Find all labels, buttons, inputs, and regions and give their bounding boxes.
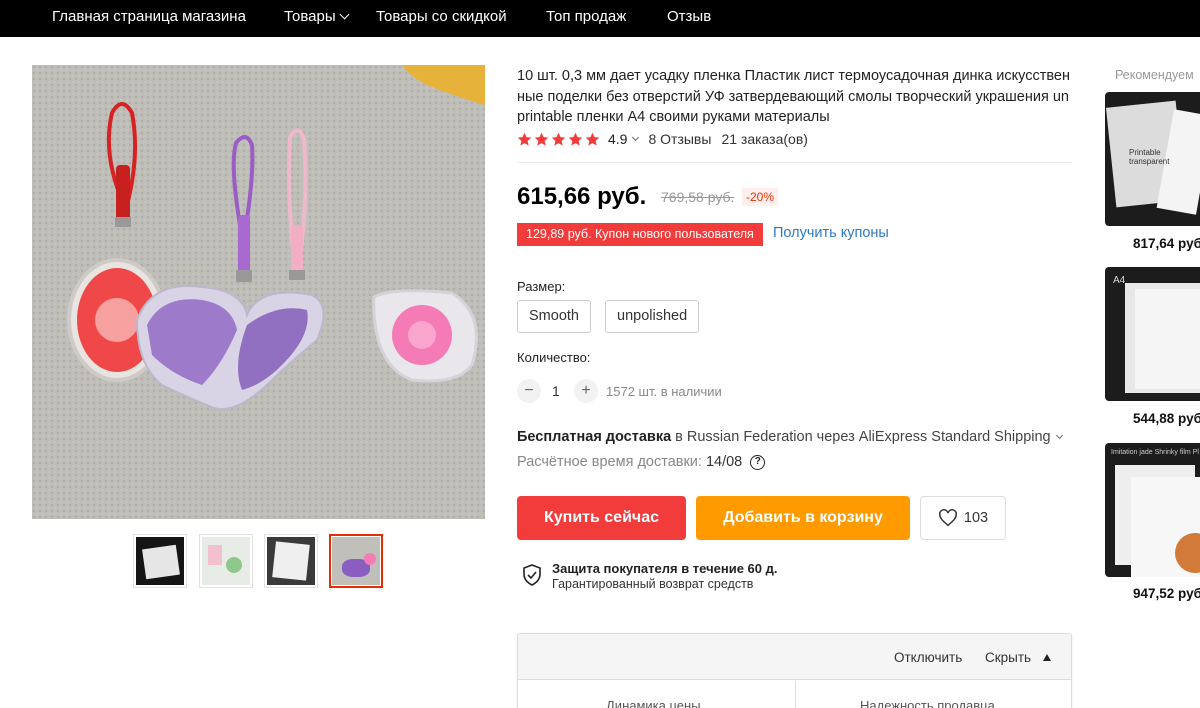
buyer-protection-subtitle: Гарантированный возврат средств	[552, 577, 754, 591]
recommended-item-price[interactable]: 544,88 руб.	[1133, 411, 1200, 426]
nav-feedback[interactable]: Отзыв	[667, 0, 711, 33]
chevron-down-icon	[339, 9, 350, 20]
current-price: 615,66 руб.	[517, 183, 647, 210]
insights-panel: Отключить Скрыть Динамика цены Надежност…	[517, 633, 1072, 708]
product-title: 10 шт. 0,3 мм дает усадку пленка Пластик…	[517, 68, 1070, 125]
thumbnail-3[interactable]	[264, 534, 318, 588]
shipping-info[interactable]: Бесплатная доставка в Russian Federation…	[517, 429, 1063, 445]
reviews-link[interactable]: 8 Отзывы	[648, 131, 711, 147]
old-price: 769,58 руб.	[661, 189, 735, 205]
eta-label: Расчётное время доставки:	[517, 454, 702, 470]
thumbnail-image	[202, 537, 250, 585]
seller-reliability-tab[interactable]: Надежность продавца	[860, 698, 995, 708]
top-navigation: Главная страница магазина Товары Товары …	[0, 0, 1200, 37]
add-to-cart-button[interactable]: Добавить в корзину	[696, 496, 910, 540]
chevron-down-icon[interactable]	[632, 133, 640, 142]
thumbnail-2[interactable]	[199, 534, 253, 588]
nav-top-sales[interactable]: Топ продаж	[546, 0, 626, 33]
star-icon	[568, 132, 583, 146]
stock-available: 1572 шт. в наличии	[606, 384, 722, 399]
column-divider	[795, 681, 796, 708]
free-shipping-label: Бесплатная доставка	[517, 429, 672, 445]
heart-icon	[938, 509, 957, 527]
nav-products[interactable]: Товары	[284, 0, 350, 33]
rating-stars	[517, 132, 600, 147]
chevron-down-icon	[1055, 431, 1063, 440]
discount-badge: -20%	[742, 188, 779, 206]
rating-value[interactable]: 4.9	[608, 131, 627, 147]
delivery-estimate: Расчётное время доставки: 14/08 ?	[517, 454, 766, 470]
recommended-item-label: Imitation jade Shrinky film Pl	[1111, 449, 1199, 456]
divider	[517, 162, 1072, 163]
wishlist-count: 103	[963, 510, 989, 526]
disable-button[interactable]: Отключить	[894, 650, 962, 665]
recommended-item-label: Printable transparent	[1129, 148, 1170, 166]
recommended-item-price[interactable]: 947,52 руб.	[1133, 586, 1200, 601]
quantity-label: Количество:	[517, 350, 591, 365]
recommended-item-price[interactable]: 817,64 руб.	[1133, 236, 1200, 251]
star-icon	[534, 132, 549, 146]
get-coupons-link[interactable]: Получить купоны	[773, 225, 889, 241]
quantity-decrease-button[interactable]: −	[517, 379, 541, 403]
star-icon	[517, 132, 532, 146]
quantity-increase-button[interactable]: +	[574, 379, 598, 403]
thumbnail-image	[267, 537, 315, 585]
orders-count: 21 заказа(ов)	[721, 131, 808, 147]
size-label: Размер:	[517, 279, 566, 294]
thumbnail-image	[136, 537, 184, 585]
wishlist-button[interactable]: 103	[920, 496, 1006, 540]
new-user-coupon: 129,89 руб. Купон нового пользователя	[517, 223, 763, 246]
caret-up-icon[interactable]	[1043, 654, 1051, 661]
recommended-item-image[interactable]: A4	[1105, 267, 1200, 401]
nav-products-label: Товары	[284, 8, 336, 25]
nav-store-home[interactable]: Главная страница магазина	[52, 0, 246, 33]
recommended-item-label: A4	[1113, 275, 1126, 286]
star-icon	[551, 132, 566, 146]
rating-row: 4.9 8 Отзывы 21 заказа(ов)	[517, 129, 808, 149]
size-option-smooth[interactable]: Smooth	[517, 300, 591, 333]
product-main-image[interactable]	[32, 65, 485, 519]
buy-now-button[interactable]: Купить сейчас	[517, 496, 686, 540]
eta-date: 14/08	[705, 454, 743, 470]
thumbnail-1[interactable]	[133, 534, 187, 588]
nav-discount-products[interactable]: Товары со скидкой	[376, 0, 507, 33]
recommended-title: Рекомендуем	[1115, 68, 1194, 82]
recommended-item-image[interactable]: Printable transparent	[1105, 92, 1200, 226]
thumbnail-4[interactable]	[329, 534, 383, 588]
quantity-value[interactable]: 1	[552, 383, 560, 399]
buyer-protection-title: Защита покупателя в течение 60 д.	[552, 561, 778, 576]
help-icon[interactable]: ?	[750, 454, 766, 470]
thumbnail-image	[332, 537, 380, 585]
hide-button[interactable]: Скрыть	[985, 650, 1031, 665]
panel-header: Отключить Скрыть	[518, 634, 1071, 680]
price-dynamics-tab[interactable]: Динамика цены	[606, 698, 701, 708]
shipping-method: в Russian Federation через AliExpress St…	[671, 429, 1051, 445]
star-icon	[585, 132, 600, 146]
size-option-unpolished[interactable]: unpolished	[605, 300, 700, 333]
recommended-item-image[interactable]: Imitation jade Shrinky film Pl	[1105, 443, 1200, 577]
shield-check-icon	[523, 564, 541, 586]
